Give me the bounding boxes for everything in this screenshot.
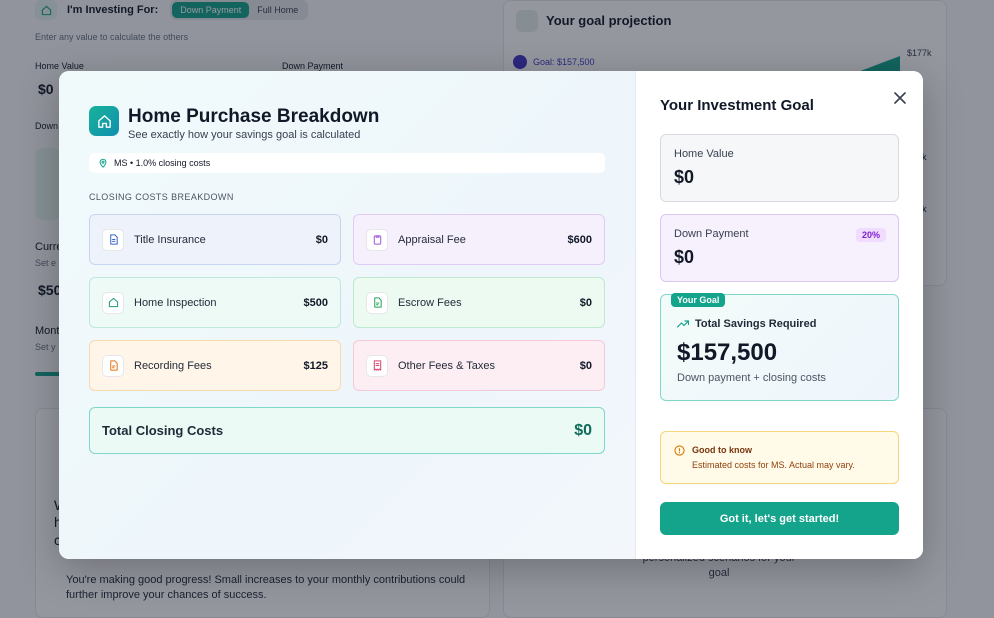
modal-title: Home Purchase Breakdown: [128, 106, 380, 127]
map-pin-icon: [99, 158, 107, 168]
cost-amount: $0: [315, 233, 328, 246]
cost-card: Appraisal Fee $600: [353, 214, 605, 265]
cost-card: Escrow Fees $0: [353, 277, 605, 328]
total-amount: $0: [574, 421, 592, 439]
section-label: CLOSING COSTS BREAKDOWN: [89, 192, 234, 202]
trending-up-icon: [677, 320, 689, 328]
modal-header: Home Purchase Breakdown See exactly how …: [89, 106, 379, 141]
cost-amount: $600: [567, 233, 592, 246]
closing-costs-grid: Title Insurance $0 Appraisal Fee $600 Home I…: [89, 214, 605, 391]
get-started-button[interactable]: Got it, let's get started!: [660, 502, 899, 535]
cost-amount: $125: [303, 359, 328, 372]
location-pill: MS • 1.0% closing costs: [89, 153, 605, 173]
cost-name: Appraisal Fee: [398, 233, 466, 246]
cost-name: Home Inspection: [134, 296, 217, 309]
goal-pane: Your Investment Goal Home Value $0 Down …: [636, 71, 923, 559]
file-text-icon: [366, 291, 388, 314]
goal-heading: Your Investment Goal: [660, 97, 814, 114]
down-payment-percent-badge: 20%: [855, 228, 886, 242]
total-label: Total Closing Costs: [102, 423, 224, 438]
down-payment-card: Down Payment 20% $0: [660, 214, 899, 282]
home-value: $0: [674, 167, 695, 187]
info-icon: [674, 445, 685, 456]
home-icon: [102, 291, 124, 314]
cost-name: Escrow Fees: [398, 296, 462, 309]
home-value-label: Home Value: [674, 148, 734, 160]
cost-amount: $0: [579, 359, 592, 372]
cost-card: Recording Fees $125: [89, 340, 341, 391]
notice-title: Good to know: [692, 445, 752, 455]
total-closing-costs: Total Closing Costs $0: [89, 407, 605, 454]
goal-badge: Your Goal: [671, 293, 726, 307]
down-payment-label: Down Payment: [674, 228, 749, 240]
savings-required-label: Total Savings Required: [695, 318, 817, 330]
document-icon: [102, 228, 124, 251]
cost-name: Other Fees & Taxes: [398, 359, 496, 372]
clipboard-icon: [366, 228, 388, 251]
cost-name: Title Insurance: [134, 233, 206, 246]
home-purchase-modal: Home Purchase Breakdown See exactly how …: [59, 71, 923, 559]
savings-goal-card: Your Goal Total Savings Required $157,50…: [660, 293, 899, 401]
notice-card: Good to know Estimated costs for MS. Act…: [660, 431, 899, 484]
cost-name: Recording Fees: [134, 359, 212, 372]
cost-card: Title Insurance $0: [89, 214, 341, 265]
down-payment-value: $0: [674, 247, 695, 267]
notice-body: Estimated costs for MS. Actual may vary.: [692, 460, 855, 470]
file-text-icon: [102, 354, 124, 377]
close-icon: [894, 92, 906, 104]
cost-amount: $0: [579, 296, 592, 309]
home-value-card: Home Value $0: [660, 134, 899, 202]
savings-amount: $157,500: [677, 339, 778, 366]
location-text: MS • 1.0% closing costs: [114, 158, 211, 168]
savings-required-row: Total Savings Required: [677, 318, 816, 330]
breakdown-pane: Home Purchase Breakdown See exactly how …: [59, 71, 636, 559]
close-button[interactable]: [890, 88, 910, 108]
cost-amount: $500: [303, 296, 328, 309]
cost-card: Home Inspection $500: [89, 277, 341, 328]
home-icon: [89, 106, 119, 136]
receipt-icon: [366, 354, 388, 377]
cost-card: Other Fees & Taxes $0: [353, 340, 605, 391]
modal-subtitle: See exactly how your savings goal is cal…: [128, 129, 361, 141]
savings-note: Down payment + closing costs: [677, 372, 826, 384]
